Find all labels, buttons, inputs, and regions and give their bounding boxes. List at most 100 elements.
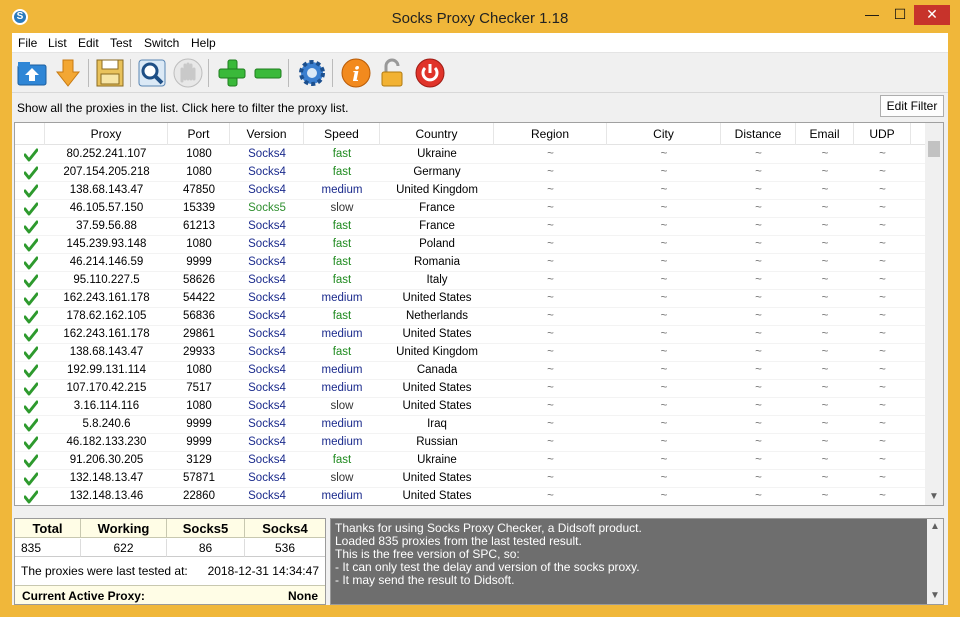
remove-icon[interactable] bbox=[252, 57, 284, 89]
table-row[interactable]: 132.148.13.46 22860 Socks4 medium United Sta… bbox=[15, 488, 925, 505]
maximize-button[interactable]: ☐ bbox=[886, 5, 914, 25]
log-scroll-down-arrow[interactable]: ▼ bbox=[927, 588, 943, 604]
cell-proxy: 192.99.131.114 bbox=[66, 364, 147, 376]
settings-gear-icon[interactable] bbox=[296, 57, 328, 89]
cell-udp: ~ bbox=[879, 346, 886, 358]
cell-country: United Kingdom bbox=[396, 184, 478, 196]
cell-port: 3129 bbox=[186, 454, 212, 466]
checkmark-icon bbox=[23, 364, 39, 378]
menu-help[interactable]: Help bbox=[191, 36, 216, 50]
stat-value-socks5: 86 bbox=[167, 539, 245, 557]
table-row[interactable]: 138.68.143.47 29933 Socks4 fast United Kingd… bbox=[15, 344, 925, 362]
menu-file[interactable]: File bbox=[18, 36, 37, 50]
table-row[interactable]: 5.8.240.6 9999 Socks4 medium Iraq ~ ~ ~ ~ ~ bbox=[15, 416, 925, 434]
table-row[interactable]: 46.182.133.230 9999 Socks4 medium Russian ~ ~ ~… bbox=[15, 434, 925, 452]
info-icon[interactable]: i bbox=[340, 57, 372, 89]
table-row[interactable]: 145.239.93.148 1080 Socks4 fast Poland ~ ~ ~ ~ ~ bbox=[15, 236, 925, 254]
header-port[interactable]: Port bbox=[168, 123, 230, 145]
cell-region: ~ bbox=[547, 472, 554, 484]
menu-list[interactable]: List bbox=[48, 36, 67, 50]
checkmark-icon bbox=[23, 382, 39, 396]
cell-region: ~ bbox=[547, 490, 554, 502]
minimize-button[interactable]: — bbox=[858, 5, 886, 25]
filter-description-link[interactable]: Show all the proxies in the list. Click … bbox=[17, 101, 348, 115]
close-button[interactable]: ✕ bbox=[914, 5, 950, 25]
checkmark-icon bbox=[23, 328, 39, 342]
checkmark-icon bbox=[23, 256, 39, 270]
cell-proxy: 162.243.161.178 bbox=[63, 328, 150, 340]
table-row[interactable]: 46.105.57.150 15339 Socks5 slow France ~ ~ ~ ~ ~ bbox=[15, 200, 925, 218]
table-row[interactable]: 46.214.146.59 9999 Socks4 fast Romania ~ ~ ~ ~ ~ bbox=[15, 254, 925, 272]
header-city[interactable]: City bbox=[607, 123, 721, 145]
upload-icon[interactable] bbox=[16, 57, 48, 89]
table-row[interactable]: 37.59.56.88 61213 Socks4 fast France ~ ~ ~ ~ ~ bbox=[15, 218, 925, 236]
cell-region: ~ bbox=[547, 166, 554, 178]
header-speed[interactable]: Speed bbox=[304, 123, 380, 145]
cell-udp: ~ bbox=[879, 418, 886, 430]
log-vertical-scrollbar[interactable]: ▲ ▼ bbox=[927, 519, 943, 604]
table-row[interactable]: 3.16.114.116 1080 Socks4 slow United States ~… bbox=[15, 398, 925, 416]
table-row[interactable]: 207.154.205.218 1080 Socks4 fast Germany ~ ~ ~ ~… bbox=[15, 164, 925, 182]
cell-email: ~ bbox=[821, 274, 829, 286]
proxy-grid[interactable]: Proxy Port Version Speed Country Region … bbox=[14, 122, 944, 506]
menu-test[interactable]: Test bbox=[110, 36, 132, 50]
cell-email: ~ bbox=[821, 220, 829, 232]
cell-port: 1080 bbox=[186, 148, 212, 160]
log-line: This is the free version of SPC, so: bbox=[335, 547, 520, 561]
stop-hand-icon[interactable] bbox=[172, 57, 204, 89]
add-icon[interactable] bbox=[216, 57, 248, 89]
checkmark-icon bbox=[23, 310, 39, 324]
grid-vertical-scrollbar[interactable]: ▼ bbox=[925, 123, 943, 505]
log-panel[interactable]: Thanks for using Socks Proxy Checker, a … bbox=[330, 518, 944, 605]
power-icon[interactable] bbox=[414, 57, 446, 89]
table-row[interactable]: 178.62.162.105 56836 Socks4 fast Netherlands… bbox=[15, 308, 925, 326]
cell-email: ~ bbox=[821, 238, 829, 250]
search-icon[interactable] bbox=[136, 57, 168, 89]
cell-udp: ~ bbox=[879, 148, 886, 160]
table-row[interactable]: 107.170.42.215 7517 Socks4 medium United Sta… bbox=[15, 380, 925, 398]
scrollbar-thumb[interactable] bbox=[928, 141, 940, 157]
table-row[interactable]: 138.68.143.47 47850 Socks4 medium United Kin… bbox=[15, 182, 925, 200]
cell-proxy: 91.206.30.205 bbox=[69, 454, 144, 466]
cell-port: 1080 bbox=[186, 364, 212, 376]
table-row[interactable]: 162.243.161.178 29861 Socks4 medium United S… bbox=[15, 326, 925, 344]
app-window: S Socks Proxy Checker 1.18 — ☐ ✕ File Li… bbox=[6, 0, 954, 611]
table-row[interactable]: 162.243.161.178 54422 Socks4 medium United S… bbox=[15, 290, 925, 308]
cell-country: Germany bbox=[413, 166, 461, 178]
checkmark-icon bbox=[23, 148, 39, 162]
cell-port: 58626 bbox=[183, 274, 215, 286]
table-row[interactable]: 192.99.131.114 1080 Socks4 medium Canada ~ ~ ~ ~… bbox=[15, 362, 925, 380]
table-row[interactable]: 80.252.241.107 1080 Socks4 fast Ukraine ~ ~ ~ ~ ~ bbox=[15, 146, 925, 164]
header-distance[interactable]: Distance bbox=[721, 123, 796, 145]
cell-proxy: 80.252.241.107 bbox=[66, 148, 147, 160]
save-icon[interactable] bbox=[94, 57, 126, 89]
cell-country: France bbox=[419, 220, 455, 232]
table-row[interactable]: 132.148.13.47 57871 Socks4 slow United State… bbox=[15, 470, 925, 488]
cell-distance: ~ bbox=[755, 166, 762, 178]
scroll-down-arrow[interactable]: ▼ bbox=[925, 489, 943, 505]
table-row[interactable]: 95.110.227.5 58626 Socks4 fast Italy ~ ~ ~ ~ ~ bbox=[15, 272, 925, 290]
table-row[interactable]: 91.206.30.205 3129 Socks4 fast Ukraine ~ ~ ~ ~ ~ bbox=[15, 452, 925, 470]
header-region[interactable]: Region bbox=[494, 123, 607, 145]
cell-proxy: 138.68.143.47 bbox=[69, 184, 144, 196]
cell-udp: ~ bbox=[879, 166, 886, 178]
unlock-icon[interactable] bbox=[376, 57, 408, 89]
download-icon[interactable] bbox=[52, 57, 84, 89]
menu-switch[interactable]: Switch bbox=[144, 36, 179, 50]
cell-city: ~ bbox=[660, 364, 668, 376]
checkmark-icon bbox=[23, 418, 39, 432]
header-udp[interactable]: UDP bbox=[854, 123, 911, 145]
cell-speed: medium bbox=[321, 418, 363, 430]
cell-port: 56836 bbox=[183, 310, 215, 322]
header-email[interactable]: Email bbox=[796, 123, 854, 145]
header-proxy[interactable]: Proxy bbox=[45, 123, 168, 145]
cell-country: Canada bbox=[416, 364, 458, 376]
cell-city: ~ bbox=[660, 454, 668, 466]
log-line: Thanks for using Socks Proxy Checker, a … bbox=[335, 521, 642, 535]
header-country[interactable]: Country bbox=[380, 123, 494, 145]
header-version[interactable]: Version bbox=[230, 123, 304, 145]
menu-edit[interactable]: Edit bbox=[78, 36, 99, 50]
cell-email: ~ bbox=[821, 382, 829, 394]
log-scroll-up-arrow[interactable]: ▲ bbox=[927, 519, 943, 535]
edit-filter-button[interactable]: Edit Filter bbox=[880, 95, 944, 117]
